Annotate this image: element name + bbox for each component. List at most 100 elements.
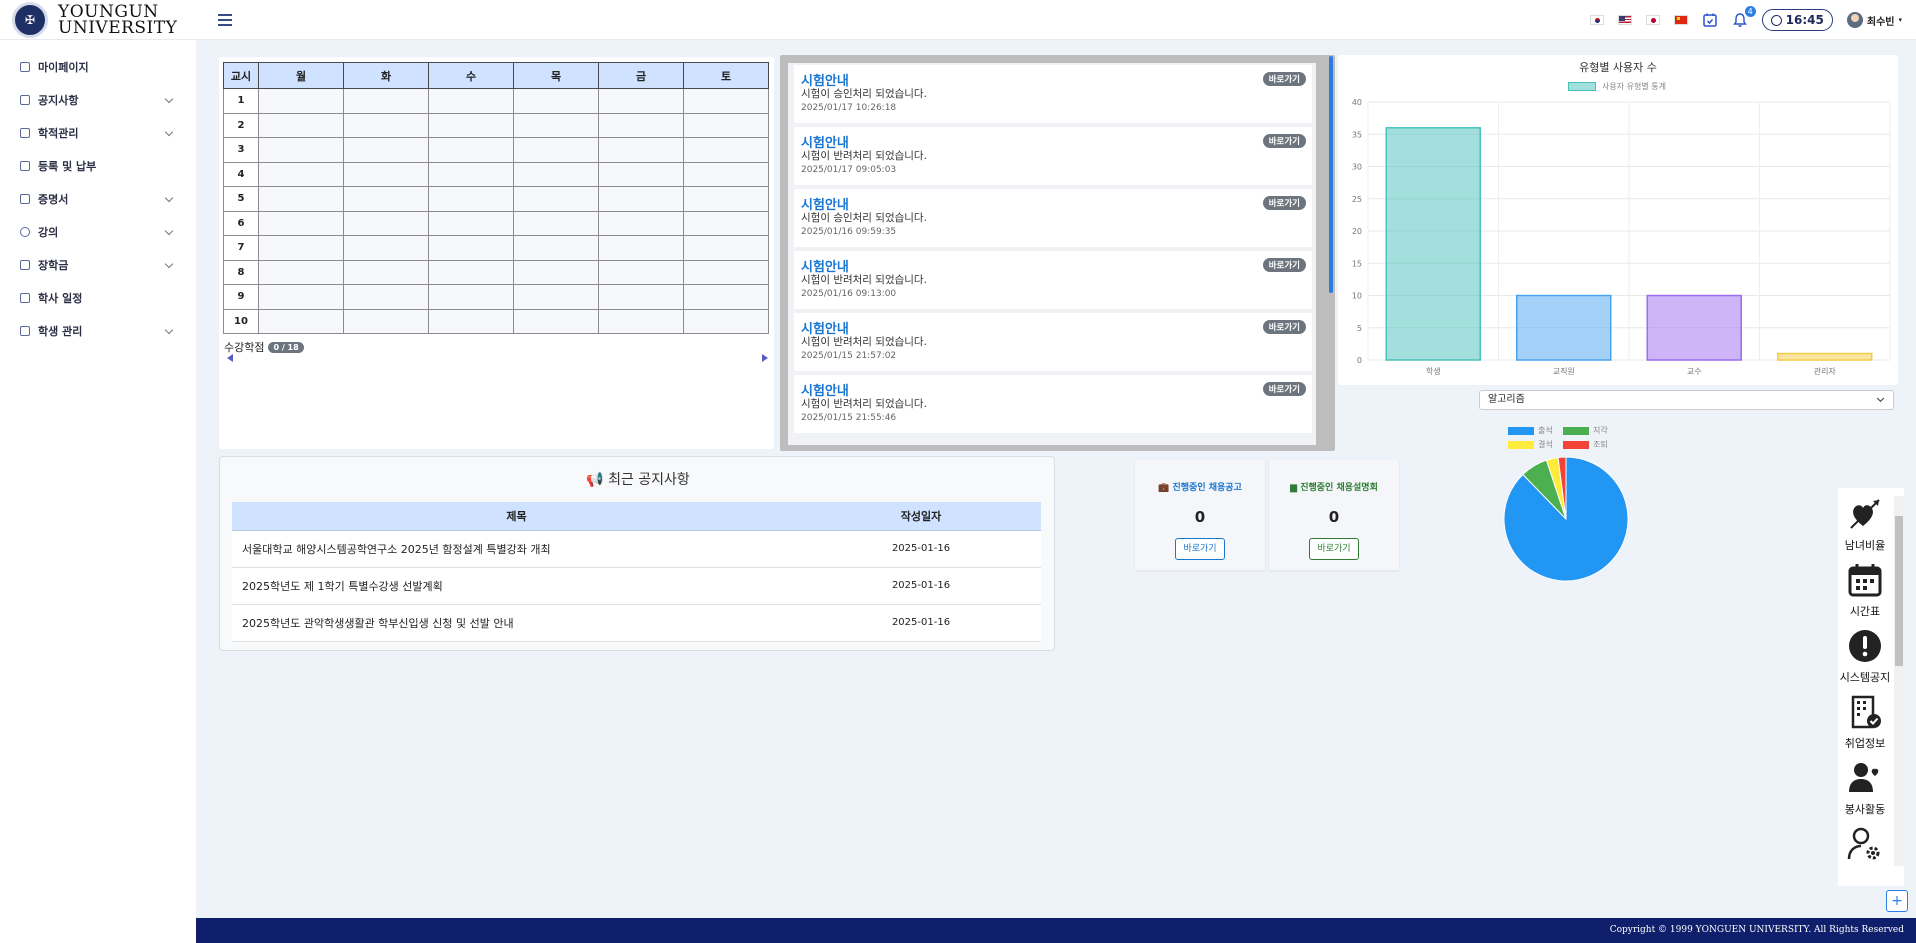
timetable-slot[interactable]	[343, 259, 429, 285]
job-postings-go-button[interactable]: 바로가기	[1175, 538, 1225, 560]
timetable-slot[interactable]	[683, 308, 769, 334]
timetable-slot[interactable]	[428, 284, 514, 310]
timetable-slot[interactable]	[258, 161, 344, 187]
timetable-slot[interactable]	[258, 308, 344, 334]
sidebar-item-academic-calendar[interactable]: 학사 일정	[0, 281, 196, 314]
timetable-slot[interactable]	[428, 210, 514, 236]
quick-user-settings[interactable]	[1838, 826, 1892, 867]
timetable-slot[interactable]	[428, 259, 514, 285]
timetable-slot[interactable]	[598, 284, 684, 310]
timetable-slot[interactable]	[513, 88, 599, 114]
japan-flag-icon[interactable]	[1645, 15, 1660, 25]
timetable-slot[interactable]	[683, 284, 769, 310]
exam-notice-go-button[interactable]: 바로가기	[1262, 196, 1306, 210]
notification-bell-icon[interactable]: 4	[1732, 6, 1756, 28]
timetable-slot[interactable]	[683, 88, 769, 114]
job-fairs-go-button[interactable]: 바로가기	[1309, 538, 1359, 560]
timetable-slot[interactable]	[428, 112, 514, 138]
timetable-slot[interactable]	[258, 284, 344, 310]
notice-title-cell[interactable]: 서울대학교 해양시스템공학연구소 2025년 함정설계 특별강좌 개최	[232, 530, 801, 568]
exam-list-scrollbar[interactable]	[1329, 56, 1333, 293]
timetable-slot[interactable]	[683, 210, 769, 236]
sidebar-item-student-management[interactable]: 학생 관리	[0, 314, 196, 347]
timetable-slot[interactable]	[258, 112, 344, 138]
sidebar-item-mypage[interactable]: 마이페이지	[0, 50, 196, 83]
session-timer[interactable]: 16:45	[1761, 9, 1833, 31]
korean-flag-icon[interactable]	[1589, 15, 1604, 25]
timetable-slot[interactable]	[598, 308, 684, 334]
bar-관리자[interactable]	[1777, 352, 1873, 361]
timetable-slot[interactable]	[598, 112, 684, 138]
timetable-slot[interactable]	[513, 210, 599, 236]
timetable-slot[interactable]	[258, 235, 344, 261]
quick-volunteer[interactable]: 봉사활동	[1838, 760, 1892, 817]
legend-item[interactable]: 결석	[1508, 439, 1563, 450]
timetable-slot[interactable]	[683, 112, 769, 138]
timetable-slot[interactable]	[683, 137, 769, 163]
china-flag-icon[interactable]	[1673, 15, 1688, 25]
timetable-slot[interactable]	[343, 308, 429, 334]
timetable-slot[interactable]	[343, 284, 429, 310]
timetable-slot[interactable]	[343, 137, 429, 163]
timetable-slot[interactable]	[343, 186, 429, 212]
timetable-slot[interactable]	[513, 137, 599, 163]
timetable-slot[interactable]	[513, 186, 599, 212]
quick-gender-ratio[interactable]: 남녀비율	[1838, 496, 1892, 553]
scrollbar-thumb[interactable]	[1895, 516, 1903, 666]
timetable-slot[interactable]	[598, 161, 684, 187]
timetable-slot[interactable]	[258, 137, 344, 163]
table-row[interactable]: 서울대학교 해양시스템공학연구소 2025년 함정설계 특별강좌 개최 2025-…	[232, 530, 1041, 568]
calendar-check-icon[interactable]	[1702, 12, 1718, 28]
course-select[interactable]: 알고리즘	[1479, 390, 1894, 410]
exam-notice-card[interactable]: 시험안내 시험이 승인처리 되었습니다. 2025/01/17 10:26:18 바로…	[794, 65, 1312, 123]
timetable-slot[interactable]	[343, 210, 429, 236]
exam-notice-card[interactable]: 시험안내 시험이 반려처리 되었습니다. 2025/01/15 21:55:46 바로…	[794, 375, 1312, 433]
legend-item[interactable]: 지각	[1563, 425, 1618, 436]
exam-notice-go-button[interactable]: 바로가기	[1262, 258, 1306, 272]
timetable-slot[interactable]	[343, 112, 429, 138]
timetable-slot[interactable]	[683, 186, 769, 212]
exam-notice-card[interactable]: 시험안내 시험이 반려처리 되었습니다. 2025/01/17 09:05:03 바로…	[794, 127, 1312, 185]
exam-notice-list[interactable]: 시험안내 시험이 승인처리 되었습니다. 2025/01/17 10:26:18 바로…	[788, 63, 1316, 445]
add-quick-menu-button[interactable]: +	[1886, 890, 1908, 912]
university-logo[interactable]: ✠ YOUNGUN UNIVERSITY	[12, 1, 202, 38]
timetable-slot[interactable]	[513, 235, 599, 261]
timetable-slot[interactable]	[683, 235, 769, 261]
exam-notice-go-button[interactable]: 바로가기	[1262, 382, 1306, 396]
timetable-slot[interactable]	[598, 88, 684, 114]
notice-title-cell[interactable]: 2025학년도 관악학생생활관 학부신입생 신청 및 선발 안내	[232, 604, 801, 642]
quick-system-notice[interactable]: 시스템공지	[1838, 628, 1892, 685]
us-flag-icon[interactable]	[1617, 15, 1632, 25]
sidebar-item-registration-payment[interactable]: 등록 및 납부	[0, 149, 196, 182]
timetable-slot[interactable]	[258, 210, 344, 236]
exam-notice-card[interactable]: 시험안내 시험이 반려처리 되었습니다. 2025/01/16 09:13:00 바로…	[794, 251, 1312, 309]
sidebar-item-certificates[interactable]: 증명서	[0, 182, 196, 215]
next-arrow-icon[interactable]	[762, 354, 768, 362]
timetable-slot[interactable]	[428, 186, 514, 212]
timetable-slot[interactable]	[258, 259, 344, 285]
timetable-slot[interactable]	[598, 235, 684, 261]
timetable-slot[interactable]	[513, 308, 599, 334]
sidebar-item-notices[interactable]: 공지사항	[0, 83, 196, 116]
timetable-slot[interactable]	[343, 88, 429, 114]
sidebar-item-academic-records[interactable]: 학적관리	[0, 116, 196, 149]
sidebar-item-scholarships[interactable]: 장학금	[0, 248, 196, 281]
bar-학생[interactable]	[1385, 127, 1481, 361]
exam-notice-go-button[interactable]: 바로가기	[1262, 134, 1306, 148]
user-menu[interactable]: 최수빈 ▾	[1846, 12, 1902, 28]
exam-notice-card[interactable]: 시험안내 시험이 승인처리 되었습니다. 2025/01/16 09:59:35 바로…	[794, 189, 1312, 247]
exam-notice-card[interactable]: 시험안내 시험이 반려처리 되었습니다. 2025/01/15 21:57:02 바로…	[794, 313, 1312, 371]
timetable-slot[interactable]	[258, 186, 344, 212]
timetable-slot[interactable]	[598, 210, 684, 236]
timetable-slot[interactable]	[513, 259, 599, 285]
previous-arrow-icon[interactable]	[227, 354, 233, 362]
timetable-slot[interactable]	[428, 161, 514, 187]
timetable-slot[interactable]	[683, 161, 769, 187]
timetable-slot[interactable]	[343, 161, 429, 187]
sidebar-item-lectures[interactable]: 강의	[0, 215, 196, 248]
timetable-slot[interactable]	[258, 88, 344, 114]
table-row[interactable]: 2025학년도 관악학생생활관 학부신입생 신청 및 선발 안내 2025-01-…	[232, 604, 1041, 642]
timetable-slot[interactable]	[513, 284, 599, 310]
legend-item[interactable]: 출석	[1508, 425, 1563, 436]
timetable-slot[interactable]	[598, 186, 684, 212]
